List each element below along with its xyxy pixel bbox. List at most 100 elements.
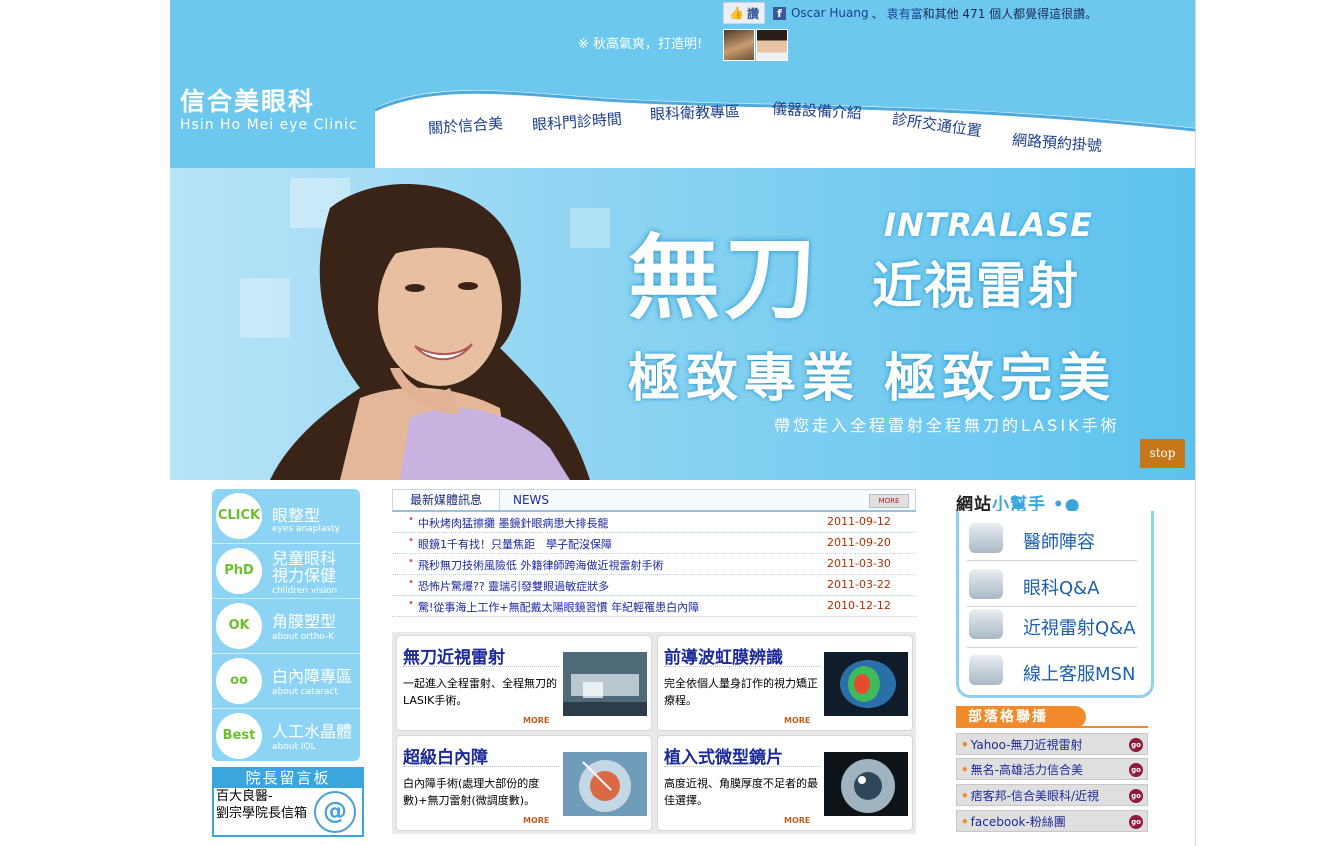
page: 👍 讚 f Oscar Huang 、 袁有富 和其他 471 個人都覺得這很讚…	[170, 0, 1196, 846]
news-tabs: 最新媒體訊息 NEWS MORE	[392, 489, 916, 512]
stop-button[interactable]: stop	[1140, 439, 1185, 468]
helper-doctors[interactable]: 醫師陣容	[963, 517, 1143, 559]
blog-link-label: 痞客邦-信合美眼科/近視	[970, 789, 1100, 803]
eye-scan-image	[824, 652, 908, 716]
news-row[interactable]: • 恐怖片驚爆?? 靈瑞引發雙眼過敏症狀多 2011-03-22	[392, 575, 916, 596]
laptop-icon	[969, 609, 1003, 639]
feature-card-wavefront[interactable]: 前導波虹膜辨識 完全依個人量身訂作的視力矯正療程。 MORE	[657, 635, 913, 731]
blog-link-facebook[interactable]: • facebook-粉絲團 go	[956, 810, 1148, 832]
left-navigation: CLICK 眼整型 eyes anaplasty PhD 兒童眼科 視力保健 c…	[212, 489, 360, 761]
hero-banner[interactable]: INTRALASE 無刀 近視雷射 極致專業 極致完美 帶您走入全程雷射全程無刀…	[170, 168, 1195, 480]
left-nav-label: 角膜塑型	[272, 612, 337, 631]
left-nav-label: 白內障專區	[272, 667, 353, 686]
left-nav-label: 眼整型	[272, 506, 321, 525]
bullet-icon: •	[961, 738, 969, 752]
left-nav-eye-anaplasty[interactable]: CLICK 眼整型 eyes anaplasty	[212, 489, 360, 544]
board-title: 院長留言板	[214, 769, 362, 788]
card-title: 超級白內障	[403, 748, 488, 768]
left-nav-iol[interactable]: Best 人工水晶體 about IOL	[212, 709, 360, 763]
logo-english: Hsin Ho Mei eye Clinic	[180, 117, 358, 133]
left-nav-children-vision[interactable]: PhD 兒童眼科 視力保健 children vision	[212, 544, 360, 599]
blog-link-label: facebook-粉絲團	[970, 815, 1066, 829]
divider	[664, 666, 820, 667]
card-description: 高度近視、角膜厚度不足者的最佳選擇。	[664, 777, 818, 807]
feature-card-cataract[interactable]: 超級白內障 白內障手術(處理大部份的度數)+無刀雷射(微調度數)。 MORE	[396, 735, 652, 831]
cataract-surgery-image	[563, 752, 647, 816]
blog-link-label: 無名-高雄活力信合美	[970, 763, 1084, 777]
avatar[interactable]	[723, 29, 755, 61]
blog-link-yahoo[interactable]: • Yahoo-無刀近視雷射 go	[956, 733, 1148, 755]
divider	[403, 766, 559, 767]
logo-chinese: 信合美眼科	[180, 87, 316, 116]
card-more-link[interactable]: MORE	[784, 716, 810, 725]
news-date: 2011-03-22	[827, 578, 891, 591]
left-nav-cataract[interactable]: oo 白內障專區 about cataract	[212, 654, 360, 709]
news-title: 中秋烤肉猛擦攤 墨鏡針眼病患大排長龍	[418, 517, 609, 530]
helper-eye-qa[interactable]: 眼科Q&A	[963, 563, 1143, 605]
helper-label: 醫師陣容	[1023, 532, 1095, 553]
card-more-link[interactable]: MORE	[523, 716, 549, 725]
go-icon: go	[1129, 738, 1143, 752]
blog-header: 部落格聯播	[956, 706, 1148, 728]
facebook-friend-link[interactable]: 袁有富	[887, 5, 923, 22]
ok-icon: OK	[216, 603, 262, 649]
left-nav-label: 人工水晶體	[272, 722, 353, 741]
computer-icon	[969, 523, 1003, 553]
feature-card-bladeless-lasik[interactable]: 無刀近視雷射 一起進入全程雷射、全程無刀的LASIK手術。 MORE	[396, 635, 652, 731]
left-nav-sublabel: about IOL	[272, 742, 316, 752]
go-icon: go	[1129, 815, 1143, 829]
email-at-icon: @	[314, 791, 356, 833]
left-nav-sublabel: about cataract	[272, 687, 339, 697]
best-icon: Best	[216, 713, 262, 759]
avatar[interactable]	[756, 29, 788, 61]
left-nav-label: 兒童眼科 視力保健	[272, 549, 337, 585]
card-more-link[interactable]: MORE	[523, 816, 549, 825]
banner-subheadline: 近視雷射	[872, 257, 1080, 315]
laser-machine-image	[563, 652, 647, 716]
bullet-icon: •	[961, 763, 969, 777]
bullet-icon: •	[408, 514, 414, 525]
left-nav-sublabel: about ortho-K	[272, 632, 335, 642]
bullet-icon: •	[408, 535, 414, 546]
news-row[interactable]: • 驚!從事海上工作+無配戴太陽眼鏡習慣 年紀輕罹患白內障 2010-12-12	[392, 596, 916, 617]
tab-news[interactable]: NEWS	[513, 490, 549, 510]
news-title: 驚!從事海上工作+無配戴太陽眼鏡習慣 年紀輕罹患白內障	[418, 601, 700, 614]
card-more-link[interactable]: MORE	[784, 816, 810, 825]
blog-title: 部落格聯播	[956, 706, 1086, 728]
news-row[interactable]: • 眼鏡1千有找！只量焦距 學子配沒保障 2011-09-20	[392, 533, 916, 554]
tab-media-news[interactable]: 最新媒體訊息	[393, 490, 500, 510]
tagline: ※ 秋高氣爽，打造明!	[578, 37, 703, 52]
card-title: 前導波虹膜辨識	[664, 648, 783, 668]
divider	[956, 726, 1148, 728]
news-title: 恐怖片驚爆?? 靈瑞引發雙眼過敏症狀多	[418, 580, 610, 593]
left-nav-ortho-k[interactable]: OK 角膜塑型 about ortho-K	[212, 599, 360, 654]
click-icon: CLICK	[216, 493, 262, 539]
helper-lasik-qa[interactable]: 近視雷射Q&A	[963, 603, 1143, 645]
facebook-icon: f	[772, 6, 786, 20]
bullet-icon: •	[408, 556, 414, 567]
like-label: 讚	[746, 6, 759, 21]
news-row[interactable]: • 中秋烤肉猛擦攤 墨鏡針眼病患大排長龍 2011-09-12	[392, 512, 916, 533]
banner-headline: 無刀	[628, 225, 821, 332]
divider	[967, 647, 1137, 648]
director-message-board[interactable]: 院長留言板 百大良醫- 劉宗學院長信箱 @	[212, 767, 364, 837]
clinic-logo[interactable]: 信合美眼科 Hsin Ho Mei eye Clinic	[180, 88, 365, 134]
divider	[664, 766, 820, 767]
woman-portrait	[240, 178, 610, 480]
helper-msn-support[interactable]: 線上客服MSN	[963, 649, 1143, 691]
news-date: 2011-09-20	[827, 536, 891, 549]
news-title: 飛秒無刀技術風險低 外籍律師跨海做近視雷射手術	[418, 559, 664, 572]
news-more-button[interactable]: MORE	[869, 494, 909, 508]
bullet-icon: •	[408, 598, 414, 609]
blog-link-pixnet[interactable]: • 痞客邦-信合美眼科/近視 go	[956, 784, 1148, 806]
feature-card-icl[interactable]: 植入式微型鏡片 高度近視、角膜厚度不足者的最佳選擇。 MORE	[657, 735, 913, 831]
news-row[interactable]: • 飛秒無刀技術風險低 外籍律師跨海做近視雷射手術 2011-03-30	[392, 554, 916, 575]
left-nav-sublabel: children vision	[272, 586, 338, 596]
facebook-friend-link[interactable]: Oscar Huang	[791, 6, 869, 20]
glasses-icon: oo	[216, 658, 262, 704]
blog-link-wretch[interactable]: • 無名-高雄活力信合美 go	[956, 758, 1148, 780]
helper-panel: 醫師陣容 眼科Q&A 近視雷射Q&A 線上客服MSN	[956, 511, 1154, 698]
facebook-separator: 、	[871, 6, 884, 21]
nav-health-education[interactable]: 眼科衛教專區	[650, 100, 741, 124]
facebook-like-button[interactable]: 👍 讚	[723, 2, 765, 24]
